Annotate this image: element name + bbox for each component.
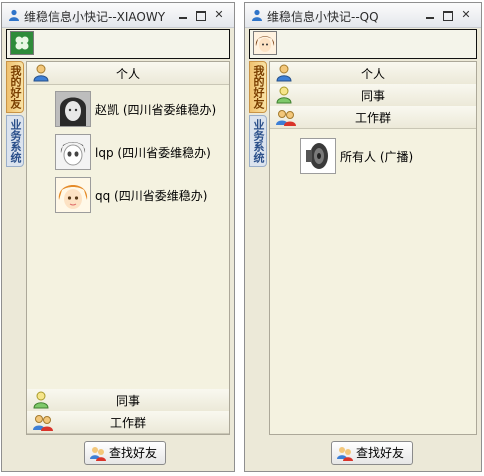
contact-avatar — [55, 177, 91, 213]
broadcast-avatar — [300, 138, 336, 174]
contact-avatar — [55, 91, 91, 127]
group-header-work-group[interactable]: 工作群 — [27, 411, 229, 434]
minimize-icon[interactable] — [423, 8, 437, 22]
portrait-icon — [56, 178, 90, 212]
app-icon — [9, 9, 19, 21]
right-chat-window: 维稳信息小快记--QQ ✕ 我的好友 业务系统 个人 同事 工作群 所有人 (广… — [244, 2, 482, 472]
left-chat-window: 维稳信息小快记--XIAOWY ✕ 我的好友 业务系统 个人 赵凯 (四川省委维… — [1, 2, 235, 472]
window-title: 维稳信息小快记--XIAOWY — [24, 10, 166, 24]
maximize-icon[interactable] — [441, 8, 455, 22]
portrait-icon — [255, 36, 275, 52]
contact-name: qq (四川省委维稳办) — [95, 189, 208, 203]
contact-item[interactable]: lqp (四川省委维稳办) — [55, 134, 225, 170]
portrait-icon — [56, 92, 90, 126]
close-icon[interactable]: ✕ — [459, 8, 473, 22]
tab-my-friends[interactable]: 我的好友 — [6, 61, 24, 113]
title-bar[interactable]: 维稳信息小快记--QQ ✕ — [245, 3, 481, 28]
contact-item[interactable]: qq (四川省委维稳办) — [55, 177, 225, 213]
user-avatar[interactable] — [253, 31, 277, 55]
broadcast-name: 所有人 (广播) — [340, 150, 414, 164]
contact-name: lqp (四川省委维稳办) — [95, 146, 211, 160]
minimize-icon[interactable] — [176, 8, 190, 22]
group-label: 工作群 — [354, 111, 391, 125]
find-people-icon — [337, 447, 353, 461]
group-header-work-group[interactable]: 工作群 — [270, 106, 476, 129]
portrait-icon — [56, 135, 90, 169]
tab-business-systems[interactable]: 业务系统 — [6, 115, 24, 167]
user-avatar[interactable] — [10, 31, 34, 55]
group-label: 同事 — [360, 89, 385, 103]
contact-name: 赵凯 (四川省委维稳办) — [95, 103, 217, 117]
group-header-colleagues[interactable]: 同事 — [270, 84, 476, 107]
close-icon[interactable]: ✕ — [212, 8, 226, 22]
friend-list-panel: 个人 同事 工作群 所有人 (广播) — [269, 61, 477, 435]
clover-icon — [15, 36, 29, 50]
contact-avatar — [55, 134, 91, 170]
contact-item[interactable]: 赵凯 (四川省委维稳办) — [55, 91, 225, 127]
group-header-personal[interactable]: 个人 — [270, 62, 476, 85]
maximize-icon[interactable] — [194, 8, 208, 22]
user-header — [249, 29, 477, 59]
group-label: 个人 — [360, 67, 385, 81]
group-header-colleagues[interactable]: 同事 — [27, 389, 229, 412]
find-friend-button[interactable]: 查找好友 — [331, 441, 414, 465]
find-friend-label: 查找好友 — [356, 446, 405, 460]
tab-business-systems[interactable]: 业务系统 — [249, 115, 267, 167]
speaker-icon — [301, 139, 335, 173]
title-bar[interactable]: 维稳信息小快记--XIAOWY ✕ — [2, 3, 234, 28]
group-header-personal[interactable]: 个人 — [27, 62, 229, 85]
group-label: 个人 — [115, 67, 140, 81]
group-label: 同事 — [115, 394, 140, 408]
find-friend-label: 查找好友 — [109, 446, 158, 460]
user-header — [6, 29, 230, 59]
find-friend-button[interactable]: 查找好友 — [84, 441, 167, 465]
tab-my-friends[interactable]: 我的好友 — [249, 61, 267, 113]
app-icon — [252, 9, 262, 21]
window-title: 维稳信息小快记--QQ — [267, 10, 379, 24]
friend-list-panel: 个人 赵凯 (四川省委维稳办) lqp (四川省委维稳办) qq (四川省委维稳… — [26, 61, 230, 435]
find-people-icon — [90, 447, 106, 461]
group-label: 工作群 — [109, 416, 146, 430]
broadcast-item[interactable]: 所有人 (广播) — [300, 138, 450, 174]
